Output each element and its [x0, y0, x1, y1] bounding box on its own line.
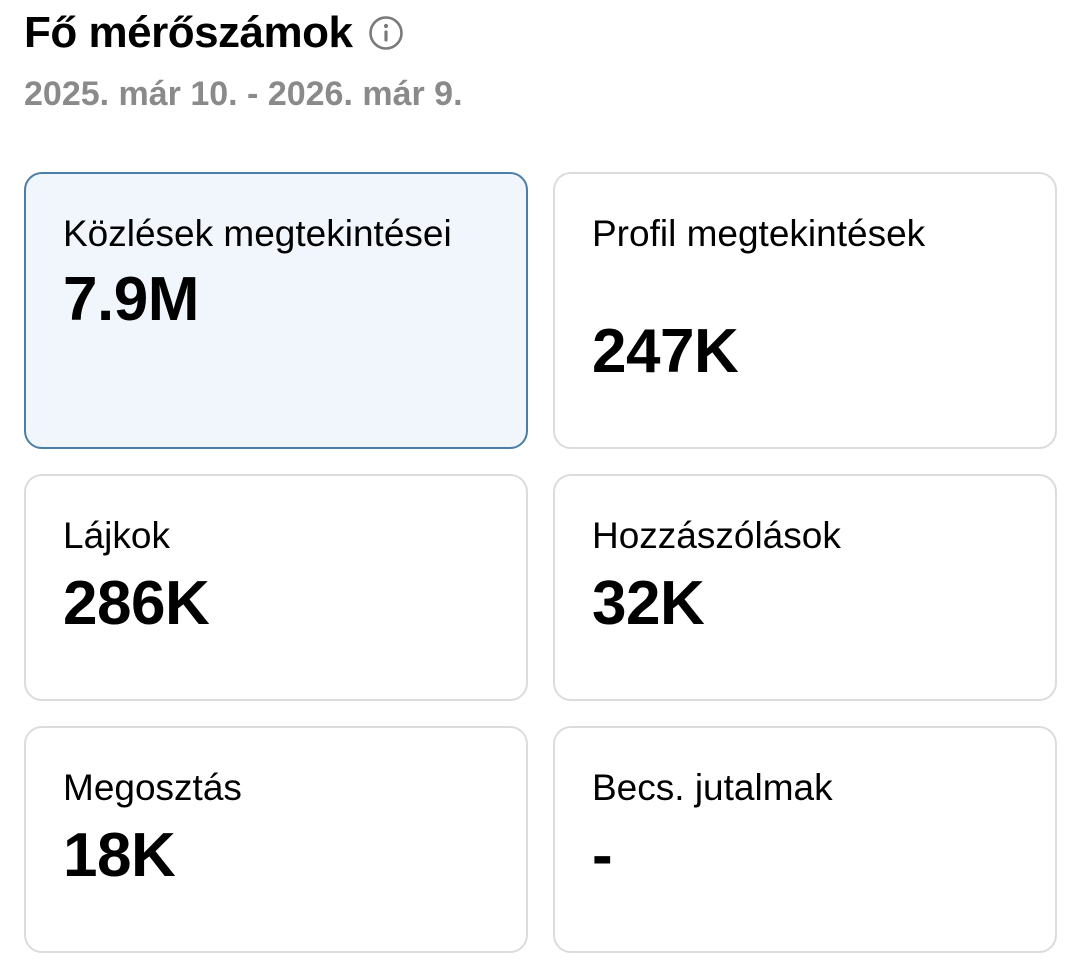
metric-value: 286K — [63, 569, 210, 638]
metric-label: Lájkok — [63, 515, 170, 556]
metric-value: - — [592, 821, 613, 890]
info-icon[interactable] — [366, 13, 406, 53]
metric-card-likes[interactable]: Lájkok 286K — [24, 474, 528, 701]
metric-label: Profil megtekintések — [592, 213, 926, 254]
metric-label: Becs. jutalmak — [592, 767, 833, 808]
metric-card-post-views[interactable]: Közlések megtekintései 7.9M — [24, 172, 528, 449]
metric-value: 247K — [592, 317, 739, 386]
metric-value: 7.9M — [63, 265, 199, 334]
date-range[interactable]: 2025. már 10. - 2026. már 9. — [24, 72, 1055, 116]
metric-value: 32K — [592, 569, 705, 638]
metric-label: Közlések megtekintései — [63, 213, 452, 254]
metric-label: Hozzászólások — [592, 515, 841, 556]
metrics-header: Fő mérőszámok 2025. már 10. - 2026. már … — [24, 8, 1055, 116]
metric-card-comments[interactable]: Hozzászólások 32K — [553, 474, 1057, 701]
metric-label: Megosztás — [63, 767, 242, 808]
info-circle-icon — [369, 16, 404, 50]
metrics-grid: Közlések megtekintései 7.9M Profil megte… — [24, 172, 1057, 953]
metric-card-profile-views[interactable]: Profil megtekintések 247K — [553, 172, 1057, 449]
metric-card-est-rewards[interactable]: Becs. jutalmak - — [553, 726, 1057, 953]
page-title: Fő mérőszámok — [24, 8, 353, 57]
metric-value: 18K — [63, 821, 176, 890]
title-row: Fő mérőszámok — [24, 8, 1055, 58]
metric-card-shares[interactable]: Megosztás 18K — [24, 726, 528, 953]
